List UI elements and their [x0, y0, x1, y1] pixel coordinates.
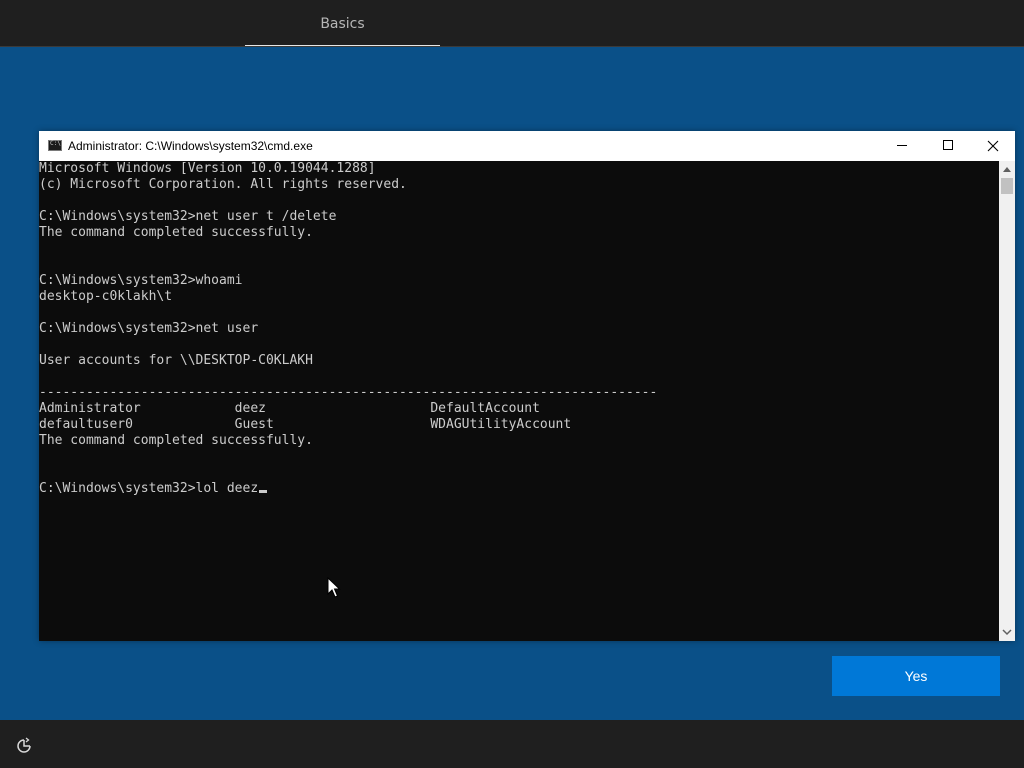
- console-line: User accounts for \\DESKTOP-C0KLAKH: [39, 353, 313, 368]
- text-cursor: [259, 490, 268, 493]
- console-line: Administrator deez DefaultAccount: [39, 401, 540, 416]
- close-icon: [987, 140, 999, 152]
- minimize-button[interactable]: [879, 131, 925, 161]
- header-divider: [0, 46, 1024, 47]
- yes-button[interactable]: Yes: [832, 656, 1000, 696]
- scroll-up-arrow-icon[interactable]: [999, 161, 1015, 178]
- console-scrollbar[interactable]: [999, 161, 1015, 641]
- console-line: defaultuser0 Guest WDAGUtilityAccount: [39, 417, 572, 432]
- console-line: C:\Windows\system32>net user: [39, 321, 259, 336]
- mouse-pointer-icon: [327, 577, 341, 598]
- close-button[interactable]: [970, 131, 1016, 161]
- maximize-button[interactable]: [925, 131, 971, 161]
- oobe-header: Basics: [0, 0, 1024, 47]
- ease-of-access-icon[interactable]: [15, 737, 33, 755]
- console-line: ----------------------------------------…: [39, 385, 658, 400]
- console-line: desktop-c0klakh\t: [39, 289, 173, 304]
- console-output[interactable]: Microsoft Windows [Version 10.0.19044.12…: [39, 161, 999, 641]
- scroll-down-arrow-icon[interactable]: [999, 624, 1015, 641]
- console-line: C:\Windows\system32>net user t /delete: [39, 209, 337, 224]
- cmd-app-icon[interactable]: [48, 140, 62, 151]
- console-line: The command completed successfully.: [39, 433, 313, 448]
- cmd-window-title: Administrator: C:\Windows\system32\cmd.e…: [68, 139, 313, 153]
- console-line: C:\Windows\system32>lol deez: [39, 481, 268, 497]
- console-line: The command completed successfully.: [39, 225, 313, 240]
- scroll-thumb[interactable]: [1001, 178, 1013, 194]
- console-line: C:\Windows\system32>whoami: [39, 273, 243, 288]
- console-line: Microsoft Windows [Version 10.0.19044.12…: [39, 161, 376, 176]
- console-line: (c) Microsoft Corporation. All rights re…: [39, 177, 407, 192]
- cmd-window[interactable]: Administrator: C:\Windows\system32\cmd.e…: [39, 131, 1015, 641]
- oobe-footer: [0, 720, 1024, 768]
- cmd-title-bar[interactable]: Administrator: C:\Windows\system32\cmd.e…: [39, 131, 1015, 161]
- tab-basics: Basics: [320, 16, 365, 32]
